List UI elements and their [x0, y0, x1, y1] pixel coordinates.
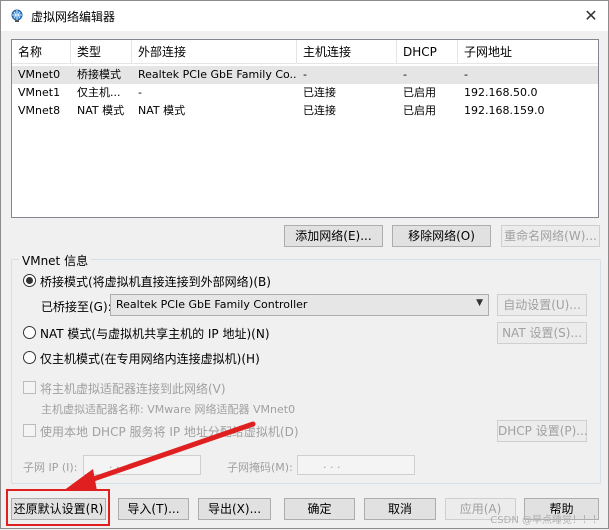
cell-dhcp: 已启用	[403, 104, 436, 117]
nat-mode-radio[interactable]	[23, 326, 36, 339]
use-dhcp-checkbox[interactable]	[23, 424, 36, 437]
nat-settings-button[interactable]: NAT 设置(S)...	[497, 322, 587, 344]
column-host[interactable]: 主机连接	[297, 40, 397, 64]
bridge-mode-radio[interactable]	[23, 274, 36, 287]
cancel-button[interactable]: 取消	[364, 498, 436, 520]
cell-dhcp: -	[403, 68, 407, 81]
ip-separators: . . .	[109, 458, 127, 471]
connect-adapter-label: 将主机虚拟适配器连接到此网络(V)	[40, 382, 226, 396]
cell-host: 已连接	[303, 104, 336, 117]
cell-subnet: -	[464, 68, 468, 81]
cell-name: VMnet0	[18, 68, 61, 81]
bridged-adapter-select[interactable]: Realtek PCIe GbE Family Controller ▼	[110, 294, 489, 316]
cell-external: NAT 模式	[138, 104, 186, 117]
adapter-name-text: 主机虚拟适配器名称: VMware 网络适配器 VMnet0	[41, 403, 296, 416]
bridged-adapter-value: Realtek PCIe GbE Family Controller	[116, 298, 308, 311]
remove-network-button[interactable]: 移除网络(O)	[392, 225, 491, 247]
table-row[interactable]: VMnet0 桥接模式 Realtek PCIe GbE Family Co..…	[12, 66, 598, 84]
network-globe-icon	[11, 9, 23, 22]
bridge-mode-label[interactable]: 桥接模式(将虚拟机直接连接到外部网络)(B)	[40, 273, 271, 290]
highlight-box	[6, 489, 110, 526]
column-subnet[interactable]: 子网地址	[458, 40, 598, 64]
cell-subnet: 192.168.50.0	[464, 86, 538, 99]
column-name[interactable]: 名称	[12, 40, 71, 64]
table-row[interactable]: VMnet8 NAT 模式 NAT 模式 已连接 已启用 192.168.159…	[12, 102, 598, 120]
auto-settings-button[interactable]: 自动设置(U)...	[497, 294, 587, 316]
cell-type: 桥接模式	[77, 68, 121, 81]
subnet-mask-label: 子网掩码(M):	[227, 461, 293, 474]
cell-subnet: 192.168.159.0	[464, 104, 545, 117]
title-bar: 虚拟网络编辑器 ✕	[1, 1, 608, 31]
subnet-mask-input[interactable]: . . .	[297, 455, 415, 475]
cell-type: NAT 模式	[77, 104, 125, 117]
use-dhcp-label: 使用本地 DHCP 服务将 IP 地址分配给虚拟机(D)	[40, 425, 299, 439]
column-dhcp[interactable]: DHCP	[397, 40, 458, 64]
rename-network-button[interactable]: 重命名网络(W)...	[501, 225, 600, 247]
connect-adapter-checkbox[interactable]	[23, 381, 36, 394]
window-title: 虚拟网络编辑器	[31, 10, 116, 24]
import-button[interactable]: 导入(T)...	[118, 498, 189, 520]
cell-name: VMnet8	[18, 104, 61, 117]
cell-host: -	[303, 68, 307, 81]
chevron-down-icon: ▼	[476, 298, 483, 308]
column-external[interactable]: 外部连接	[132, 40, 297, 64]
column-type[interactable]: 类型	[71, 40, 132, 64]
nat-mode-label[interactable]: NAT 模式(与虚拟机共享主机的 IP 地址)(N)	[40, 325, 270, 342]
watermark: CSDN @早点睡觉！！！	[490, 515, 602, 526]
cell-name: VMnet1	[18, 86, 61, 99]
host-only-label[interactable]: 仅主机模式(在专用网络内连接虚拟机)(H)	[40, 350, 260, 367]
subnet-ip-label: 子网 IP (I):	[23, 461, 78, 474]
vmnet-info-label: VMnet 信息	[19, 252, 92, 269]
table-row[interactable]: VMnet1 仅主机... - 已连接 已启用 192.168.50.0	[12, 84, 598, 102]
ok-button[interactable]: 确定	[284, 498, 355, 520]
vmnet-info-group	[11, 259, 601, 484]
cell-dhcp: 已启用	[403, 86, 436, 99]
add-network-button[interactable]: 添加网络(E)...	[284, 225, 383, 247]
network-list-header: 名称 类型 外部连接 主机连接 DHCP 子网地址	[12, 40, 598, 64]
dhcp-settings-button[interactable]: DHCP 设置(P)...	[497, 420, 588, 442]
close-button[interactable]: ✕	[574, 1, 608, 31]
radio-selected-dot	[26, 277, 33, 284]
cell-external: -	[138, 86, 142, 99]
host-only-radio[interactable]	[23, 351, 36, 364]
bridged-to-label: 已桥接至(G):	[41, 300, 112, 314]
cell-external: Realtek PCIe GbE Family Co...	[138, 68, 297, 81]
subnet-ip-input[interactable]: . . .	[83, 455, 201, 475]
cell-host: 已连接	[303, 86, 336, 99]
virtual-network-editor-window: 虚拟网络编辑器 ✕ 名称 类型 外部连接 主机连接 DHCP 子网地址 VMne…	[0, 0, 609, 529]
cell-type: 仅主机...	[77, 86, 121, 99]
network-list[interactable]: 名称 类型 外部连接 主机连接 DHCP 子网地址 VMnet0 桥接模式 Re…	[11, 39, 599, 218]
mask-separators: . . .	[323, 458, 341, 471]
export-button[interactable]: 导出(X)...	[198, 498, 271, 520]
